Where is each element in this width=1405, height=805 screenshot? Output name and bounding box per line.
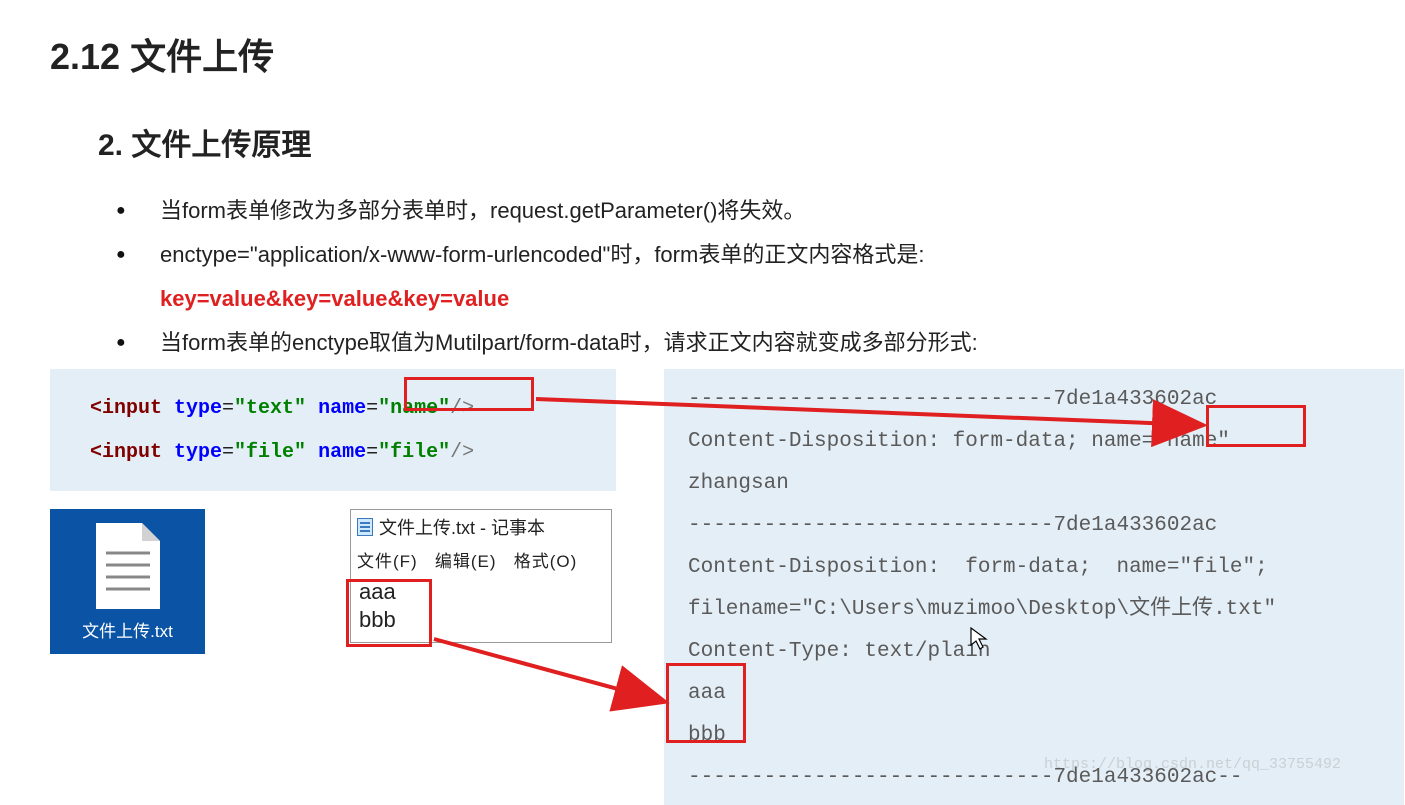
watermark-text: https://blog.csdn.net/qq_33755492	[1044, 756, 1341, 773]
section-title: 2.12 文件上传	[50, 28, 1355, 80]
diagram-area: <input type="text" name="name"/> <input …	[50, 369, 1355, 779]
encoding-example-red: key=value&key=value&key=value	[160, 277, 1355, 321]
bullet-item-2: enctype="application/x-www-form-urlencod…	[110, 233, 1355, 321]
bullet-text-2: enctype="application/x-www-form-urlencod…	[160, 242, 924, 267]
sub-title: 2. 文件上传原理	[98, 120, 1355, 164]
arrow-content-to-body	[434, 639, 662, 701]
bullet-text-1: 当form表单修改为多部分表单时，request.getParameter()将…	[160, 198, 805, 223]
arrow-name-to-name	[536, 399, 1200, 425]
bullet-list: 当form表单修改为多部分表单时，request.getParameter()将…	[110, 189, 1355, 365]
bullet-text-3: 当form表单的enctype取值为Mutilpart/form-data时，请…	[160, 330, 978, 355]
arrows-overlay	[50, 369, 1405, 789]
bullet-item-1: 当form表单修改为多部分表单时，request.getParameter()将…	[110, 189, 1355, 233]
bullet-item-3: 当form表单的enctype取值为Mutilpart/form-data时，请…	[110, 321, 1355, 365]
